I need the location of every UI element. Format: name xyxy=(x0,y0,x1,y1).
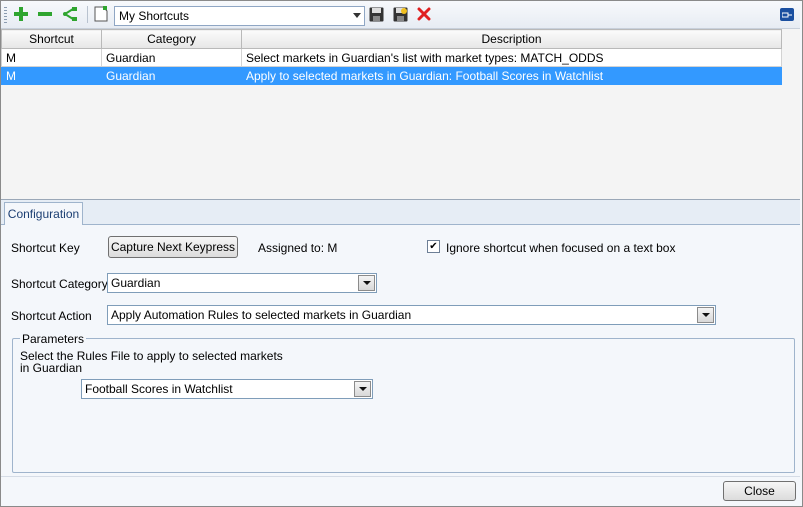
cell-shortcut: M xyxy=(1,66,102,85)
capture-keypress-button[interactable]: Capture Next Keypress xyxy=(108,236,238,258)
rules-file-dropdown-button[interactable] xyxy=(354,381,371,397)
toolbar-separator xyxy=(87,6,88,23)
shortcut-category-value: Guardian xyxy=(111,276,161,290)
parameters-description-line2: in Guardian xyxy=(20,361,83,375)
delete-icon[interactable] xyxy=(415,5,433,23)
cell-description: Select markets in Guardian's list with m… xyxy=(241,48,782,67)
ignore-shortcut-label: Ignore shortcut when focused on a text b… xyxy=(446,241,676,255)
tab-configuration[interactable]: Configuration xyxy=(4,202,83,225)
shortcut-set-value: My Shortcuts xyxy=(119,9,190,23)
rules-file-value: Football Scores in Watchlist xyxy=(85,382,233,396)
close-button[interactable]: Close xyxy=(723,481,796,501)
chevron-down-icon xyxy=(358,387,367,391)
duplicate-icon[interactable] xyxy=(61,5,79,23)
cell-description: Apply to selected markets in Guardian: F… xyxy=(241,66,782,85)
shortcut-key-label: Shortcut Key xyxy=(11,241,80,255)
pin-icon[interactable] xyxy=(780,8,794,21)
config-tabstrip: Configuration xyxy=(1,200,800,225)
add-icon[interactable] xyxy=(12,5,30,23)
ignore-shortcut-checkbox[interactable]: ✔ xyxy=(427,240,440,253)
column-header-shortcut[interactable]: Shortcut xyxy=(1,29,102,49)
chevron-down-icon xyxy=(362,281,371,285)
new-document-icon[interactable] xyxy=(92,5,110,23)
checkmark-icon: ✔ xyxy=(429,240,438,252)
column-header-category[interactable]: Category xyxy=(101,29,242,49)
save-icon[interactable] xyxy=(367,5,385,23)
parameters-legend: Parameters xyxy=(20,332,87,346)
toolbar: My Shortcuts xyxy=(1,1,800,29)
table-row[interactable]: M Guardian Select markets in Guardian's … xyxy=(1,48,782,67)
footer-bar xyxy=(1,476,800,506)
rules-file-select[interactable]: Football Scores in Watchlist xyxy=(81,379,373,399)
shortcut-category-select[interactable]: Guardian xyxy=(107,273,377,293)
shortcuts-grid-area: Shortcut Category Description M Guardian… xyxy=(1,29,800,200)
category-dropdown-button[interactable] xyxy=(358,275,375,291)
chevron-down-icon[interactable] xyxy=(353,13,361,18)
shortcuts-table: Shortcut Category Description M Guardian… xyxy=(1,29,782,85)
cell-category: Guardian xyxy=(101,66,242,85)
toolbar-grip[interactable] xyxy=(4,7,7,23)
shortcut-set-select[interactable]: My Shortcuts xyxy=(114,6,365,26)
cell-category: Guardian xyxy=(101,48,242,67)
shortcut-action-value: Apply Automation Rules to selected marke… xyxy=(111,308,412,322)
table-header-row: Shortcut Category Description xyxy=(1,29,782,49)
column-header-description[interactable]: Description xyxy=(241,29,782,49)
shortcut-action-select[interactable]: Apply Automation Rules to selected marke… xyxy=(107,305,716,325)
remove-icon[interactable] xyxy=(36,5,54,23)
cell-shortcut: M xyxy=(1,48,102,67)
action-dropdown-button[interactable] xyxy=(697,307,714,323)
table-row-selected[interactable]: M Guardian Apply to selected markets in … xyxy=(1,66,782,85)
assigned-to-text: Assigned to: M xyxy=(258,241,338,255)
parameters-description: Select the Rules File to apply to select… xyxy=(20,350,283,375)
shortcut-action-label: Shortcut Action xyxy=(11,309,92,323)
chevron-down-icon xyxy=(701,313,710,317)
save-as-icon[interactable] xyxy=(391,5,409,23)
shortcut-category-label: Shortcut Category xyxy=(11,277,108,291)
